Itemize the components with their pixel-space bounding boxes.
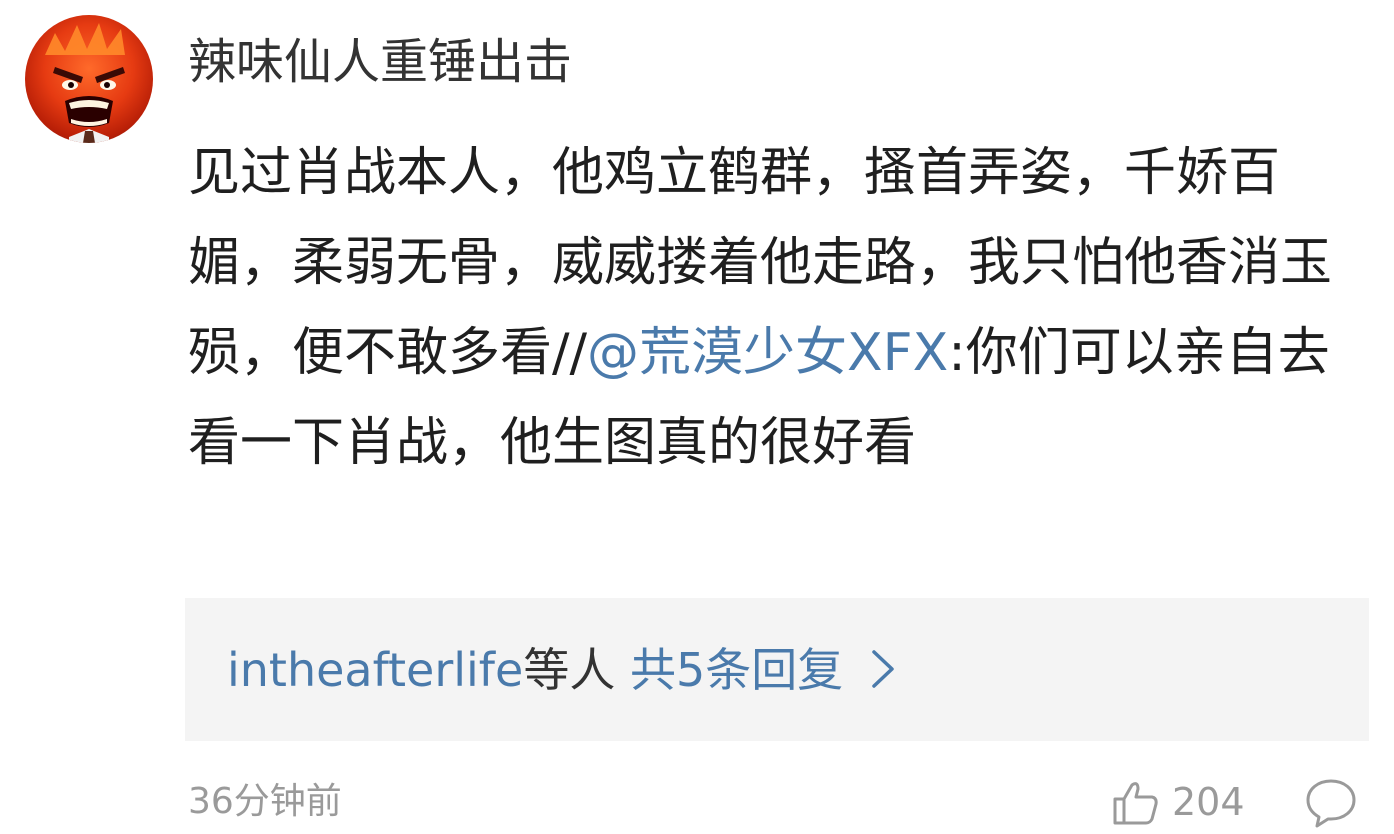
thumbs-up-icon	[1113, 782, 1158, 825]
like-count: 204	[1172, 780, 1245, 824]
like-button[interactable]: 204	[1110, 774, 1245, 830]
comment-username[interactable]: 辣味仙人重锤出击	[188, 30, 572, 94]
comment-content: 见过肖战本人，他鸡立鹤群，搔首弄姿，千娇百媚，柔弱无骨，威威搂着他走路，我只怕他…	[188, 128, 1363, 488]
speech-bubble-icon[interactable]	[1304, 776, 1358, 830]
replies-summary[interactable]: intheafterlife等人 共5条回复	[227, 634, 898, 706]
comment-timestamp: 36分钟前	[188, 781, 342, 822]
chevron-right-icon	[872, 650, 894, 688]
reply-username[interactable]: intheafterlife	[227, 643, 523, 697]
reply-count-link[interactable]: 共5条回复	[630, 643, 843, 697]
reply-suffix: 等人	[523, 643, 616, 697]
avatar[interactable]	[25, 15, 153, 143]
replies-box[interactable]: intheafterlife等人 共5条回复	[185, 598, 1369, 741]
mention-link[interactable]: @荒漠少女XFX	[587, 323, 948, 383]
angry-face-icon	[45, 23, 125, 143]
